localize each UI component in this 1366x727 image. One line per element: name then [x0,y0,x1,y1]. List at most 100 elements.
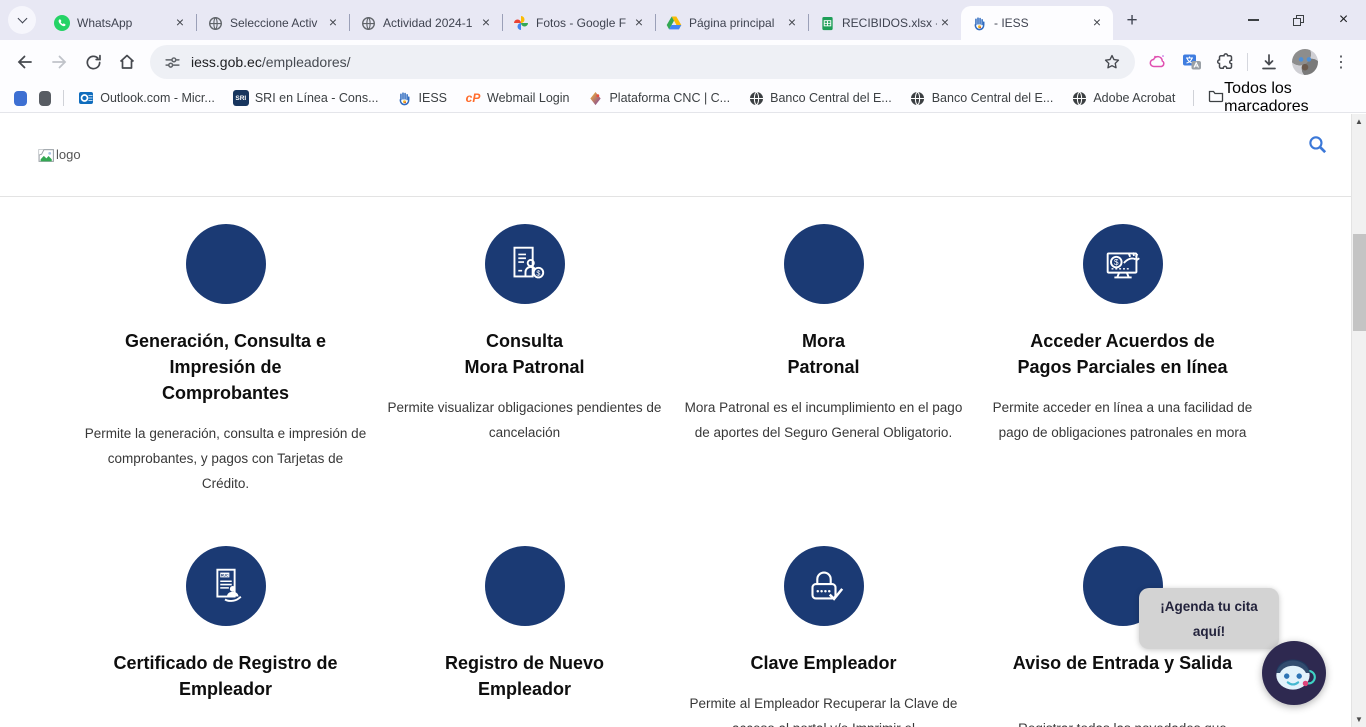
forward-button[interactable] [42,45,76,79]
browser-menu-button[interactable]: ⋮ [1324,45,1358,79]
bookmark-label: Webmail Login [487,91,569,105]
reload-button[interactable] [76,45,110,79]
bookmark-iess[interactable]: IESS [397,90,448,106]
chat-bubble[interactable]: ¡Agenda tu cita aquí! [1139,588,1279,649]
scrollbar-thumb[interactable] [1353,234,1366,331]
tab-seleccione[interactable]: Seleccione Activ × [197,6,349,40]
tab-fotos[interactable]: Fotos - Google F × [503,6,655,40]
puzzle-icon [1216,52,1236,72]
tab-pagina-principal[interactable]: Página principal × [656,6,808,40]
bookmark-banco-central-2[interactable]: Banco Central del E... [910,90,1054,106]
search-icon [1307,134,1328,155]
site-header: logo [0,114,1366,197]
card-registro-nuevo-empleador[interactable]: Registro de Nuevo Empleador [375,546,674,727]
service-description: Registrar todas las novedades que [980,716,1266,727]
extensions-button[interactable] [1209,45,1243,79]
url-host: iess.gob.ec [191,54,262,70]
chevron-down-icon [17,14,27,24]
tab-search-button[interactable] [8,6,36,34]
bookmark-outlook[interactable]: Outlook.com - Micr... [78,90,215,106]
card-clave-empleador[interactable]: Clave Empleador Permite al Empleador Rec… [674,546,973,727]
back-button[interactable] [8,45,42,79]
all-bookmarks[interactable]: Todos los marcadores [1193,80,1352,116]
bookmark-star-button[interactable] [1095,45,1129,79]
chatbot-avatar[interactable] [1262,641,1326,705]
card-mora-patronal[interactable]: Mora Patronal Mora Patronal es el incump… [674,224,973,546]
scroll-up-arrow[interactable]: ▲ [1352,114,1366,129]
downloads-button[interactable] [1252,45,1286,79]
card-certificado-registro[interactable]: RUC Certificado de Registro de Empleador [76,546,375,727]
bookmark-adobe-acrobat[interactable]: Adobe Acrobat [1071,90,1175,106]
services-grid: Generación, Consulta e Impresión de Comp… [76,224,1272,727]
dark-globe-icon [748,90,764,106]
sri-icon: SRI [233,90,249,106]
browser-toolbar: iess.gob.ec/empleadores/ ⋮ [0,40,1366,84]
document-person-dollar-icon[interactable]: $ [485,224,565,304]
toolbar-separator [1247,53,1248,71]
site-search-button[interactable] [1307,134,1328,160]
card-generacion-comprobantes[interactable]: Generación, Consulta e Impresión de Comp… [76,224,375,546]
bookmark-cnc[interactable]: Plataforma CNC | C... [587,90,730,106]
bookmark-banco-central-1[interactable]: Banco Central del E... [748,90,892,106]
card-consulta-mora-patronal[interactable]: $ Consulta Mora Patronal Permite visuali… [375,224,674,546]
tab-close-icon[interactable]: × [172,15,188,31]
service-title[interactable]: Certificado de Registro de Empleador [76,650,375,702]
lock-check-icon[interactable] [784,546,864,626]
tab-close-icon[interactable]: × [937,15,953,31]
tab-recibidos[interactable]: RECIBIDOS.xlsx - × [809,6,961,40]
window-controls: × [1231,0,1366,40]
tab-whatsapp[interactable]: WhatsApp × [44,6,196,40]
pinned-blue-square-icon[interactable] [14,91,27,106]
close-window-button[interactable]: × [1321,0,1366,40]
bookmark-sri[interactable]: SRI SRI en Línea - Cons... [233,90,379,106]
cpanel-icon: cP [465,90,481,106]
translate-button[interactable] [1175,45,1209,79]
svg-text:$: $ [1114,258,1119,267]
google-photos-icon [513,15,529,31]
scroll-down-arrow[interactable]: ▼ [1352,712,1366,727]
tab-close-icon[interactable]: × [784,15,800,31]
registro-empleador-icon[interactable] [485,546,565,626]
tab-close-icon[interactable]: × [478,15,494,31]
address-bar[interactable]: iess.gob.ec/empleadores/ [150,45,1135,79]
tab-iess-active[interactable]: - IESS × [961,6,1113,40]
tab-close-icon[interactable]: × [631,15,647,31]
pinned-grey-square-icon[interactable] [39,91,52,106]
site-settings-icon[interactable] [164,54,181,71]
iess-hand-icon [397,90,413,106]
tab-label: Seleccione Activ [230,16,325,30]
tab-label: Fotos - Google F [536,16,631,30]
kebab-menu-icon: ⋮ [1333,52,1349,72]
page-scrollbar[interactable]: ▲ ▼ [1351,114,1366,727]
service-title[interactable]: Generación, Consulta e Impresión de Comp… [76,328,375,406]
home-icon [117,52,137,72]
site-logo-broken-image[interactable]: logo [38,147,81,164]
outlook-icon [78,90,94,106]
tab-close-icon[interactable]: × [1089,15,1105,31]
mora-patronal-icon[interactable] [784,224,864,304]
monitor-dollar-hand-icon[interactable]: $ [1083,224,1163,304]
comprobantes-icon[interactable] [186,224,266,304]
service-title[interactable]: Registro de Nuevo Empleador [375,650,674,702]
toolbar-right-cluster: ⋮ [1141,45,1358,79]
service-title[interactable]: Clave Empleador [674,650,973,676]
service-title[interactable]: Aviso de Entrada y Salida [973,650,1272,676]
tab-actividad[interactable]: Actividad 2024-1 × [350,6,502,40]
ruc-document-icon[interactable]: RUC [186,546,266,626]
home-button[interactable] [110,45,144,79]
tab-close-icon[interactable]: × [325,15,341,31]
bookmark-label: Banco Central del E... [770,91,892,105]
service-title[interactable]: Mora Patronal [674,328,973,380]
back-icon [15,52,35,72]
profile-avatar[interactable] [1292,49,1318,75]
minimize-button[interactable] [1231,0,1276,40]
service-title[interactable]: Consulta Mora Patronal [375,328,674,380]
url-text[interactable]: iess.gob.ec/empleadores/ [191,54,1095,70]
new-tab-button[interactable]: + [1119,8,1145,34]
ai-extension-button[interactable] [1141,45,1175,79]
restore-button[interactable] [1276,0,1321,40]
card-acuerdos-pagos-parciales[interactable]: $ Acceder Acuerdos de Pagos Parciales en… [973,224,1272,546]
service-title[interactable]: Acceder Acuerdos de Pagos Parciales en l… [973,328,1272,380]
iess-hand-icon [971,15,987,31]
bookmark-webmail[interactable]: cP Webmail Login [465,90,569,106]
